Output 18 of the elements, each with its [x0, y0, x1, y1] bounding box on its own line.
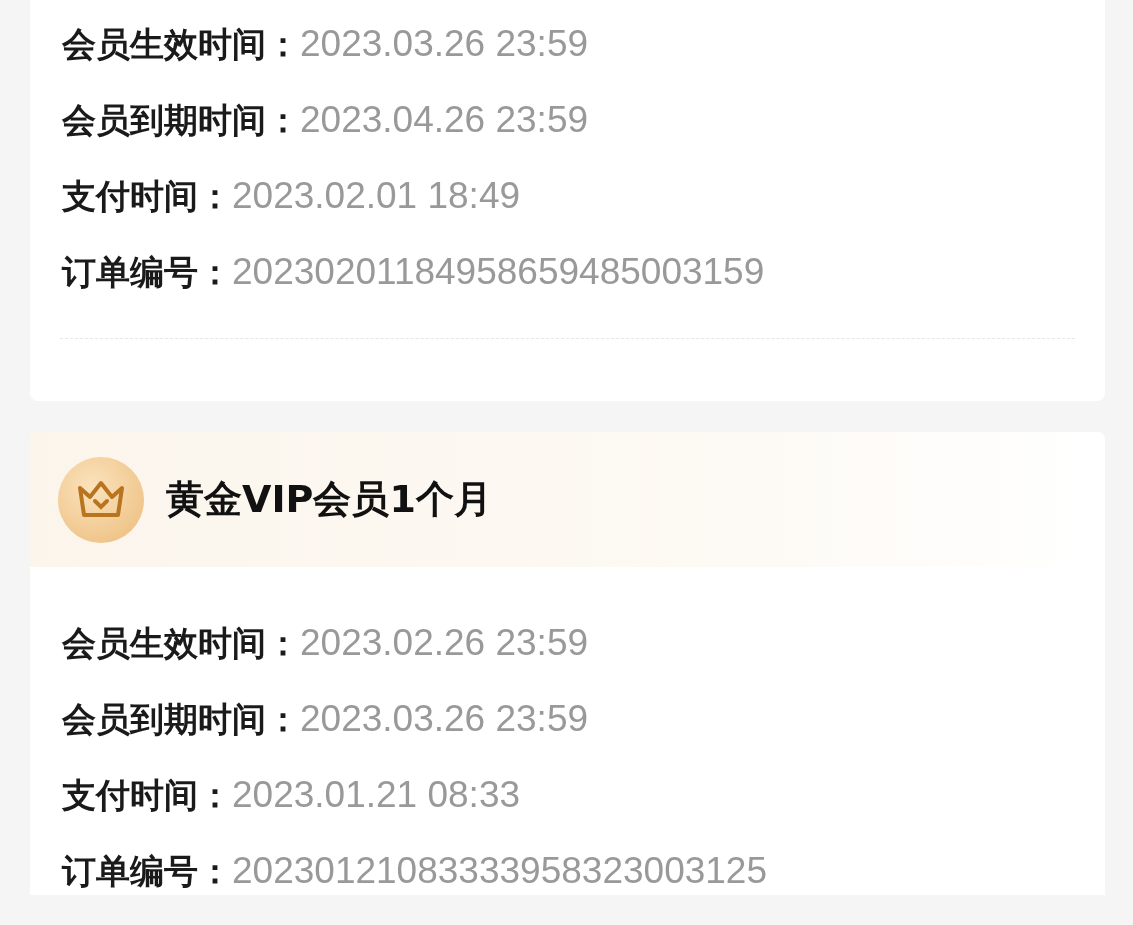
field-label: 会员到期时间：: [62, 698, 300, 741]
field-value: 20230121083333958323003125: [232, 849, 768, 893]
field-value: 2023.02.01 18:49: [232, 174, 521, 218]
field-value: 2023.02.26 23:59: [300, 621, 589, 665]
field-value: 20230201184958659485003159: [232, 250, 765, 294]
field-label: 支付时间：: [62, 774, 232, 817]
field-label: 会员生效时间：: [62, 622, 300, 665]
field-value: 2023.04.26 23:59: [300, 98, 589, 142]
field-label: 会员到期时间：: [62, 99, 300, 142]
field-label: 会员生效时间：: [62, 23, 300, 66]
field-value: 2023.03.26 23:59: [300, 22, 589, 66]
crown-icon: [58, 456, 144, 543]
field-value: 2023.03.26 23:59: [300, 697, 589, 741]
field-label: 订单编号：: [62, 850, 232, 893]
field-value: 2023.01.21 08:33: [232, 773, 521, 817]
field-label: 支付时间：: [62, 175, 232, 218]
field-label: 订单编号：: [62, 251, 232, 294]
card-title: 黄金VIP会员1个月: [166, 476, 492, 523]
